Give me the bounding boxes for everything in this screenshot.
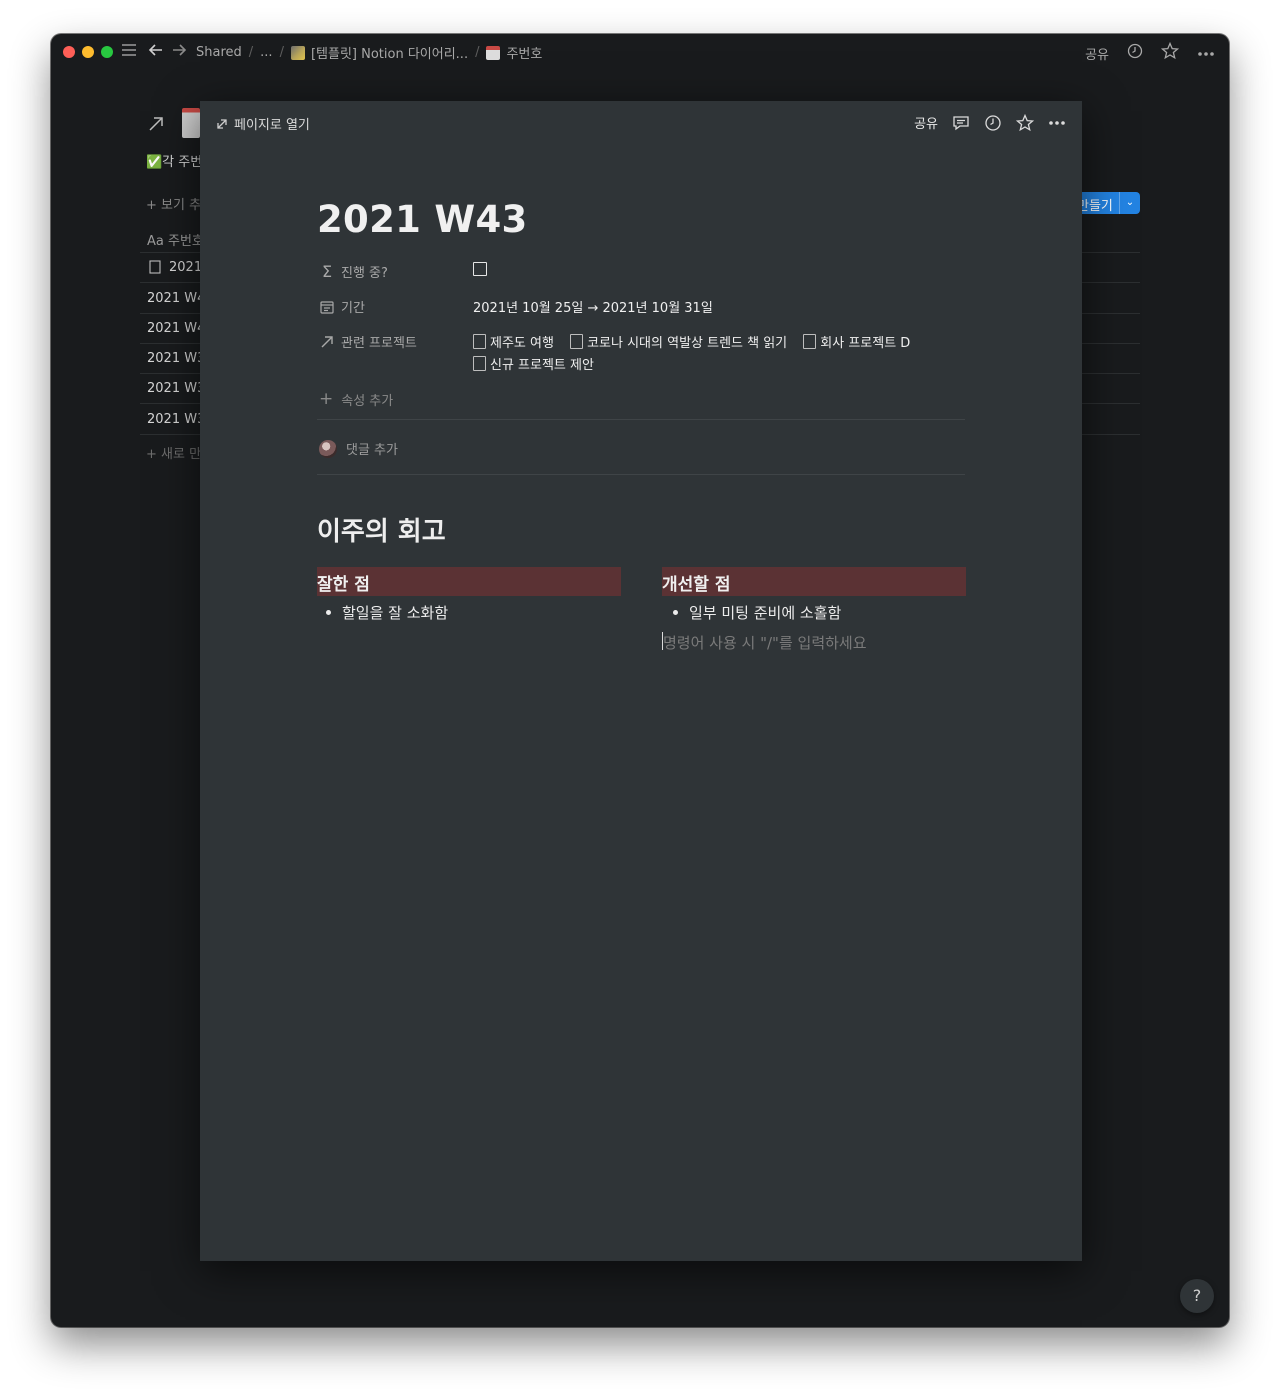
- related-projects-value: 제주도 여행 코로나 시대의 역발상 트렌드 책 읽기 회사 프로젝트 D: [473, 332, 922, 353]
- more-icon[interactable]: [1197, 46, 1215, 61]
- star-icon[interactable]: [1015, 113, 1035, 132]
- relation-arrow-icon: [321, 335, 333, 347]
- relation-item[interactable]: 회사 프로젝트 D: [803, 332, 910, 351]
- modal-share-button[interactable]: 공유: [914, 113, 938, 132]
- relation-item[interactable]: 신규 프로젝트 제안: [473, 354, 594, 373]
- page-icon: [570, 334, 584, 349]
- add-view-button[interactable]: + 보기 추: [146, 194, 201, 213]
- page-icon: [803, 334, 817, 349]
- related-projects-value-line2: 신규 프로젝트 제안: [473, 354, 606, 375]
- page-icon: [473, 356, 486, 371]
- minimize-window-button[interactable]: [82, 46, 94, 58]
- clock-icon[interactable]: [984, 114, 1002, 132]
- bullet-item[interactable]: 할일을 잘 소화함: [325, 602, 448, 623]
- db-column-header[interactable]: Aa 주번호: [147, 230, 204, 249]
- row-title: 2021 W4: [147, 321, 206, 336]
- period-value[interactable]: 2021년 10월 25일 → 2021년 10월 31일: [473, 297, 713, 316]
- avatar: [319, 439, 337, 458]
- clock-icon[interactable]: [1127, 43, 1143, 63]
- calendar-icon: [320, 300, 334, 314]
- new-row-button[interactable]: + 새로 만: [146, 443, 201, 462]
- property-period[interactable]: 기간: [319, 297, 365, 316]
- template-page-icon: [290, 45, 305, 60]
- property-related-projects[interactable]: 관련 프로젝트: [319, 332, 417, 351]
- breadcrumb-week-number[interactable]: 주번호: [506, 43, 542, 62]
- comment-icon[interactable]: [952, 114, 970, 132]
- divider: [317, 474, 965, 475]
- relation-item[interactable]: 코로나 시대의 역발상 트렌드 책 읽기: [570, 332, 787, 351]
- star-icon[interactable]: [1160, 41, 1180, 64]
- plus-icon: +: [319, 389, 334, 409]
- title-bar: Shared / ... / [템플릿] Notion 다이어리... / 주번…: [51, 34, 1229, 70]
- breadcrumb-template[interactable]: [템플릿] Notion 다이어리...: [311, 43, 468, 62]
- modal-actions: 공유: [914, 113, 1066, 132]
- calendar-page-icon-large: [182, 108, 200, 138]
- row-title: 2021 W4: [147, 291, 206, 306]
- row-title: 2021 W3: [147, 381, 206, 396]
- topbar-actions: 공유: [1085, 41, 1215, 64]
- row-title: 2021: [169, 260, 203, 275]
- section-heading[interactable]: 이주의 회고: [317, 511, 446, 548]
- add-property-button[interactable]: + 속성 추가: [319, 389, 393, 409]
- breadcrumb-ellipsis[interactable]: ...: [260, 45, 272, 60]
- property-in-progress[interactable]: Σ 진행 중?: [319, 262, 388, 281]
- row-title: 2021 W3: [147, 351, 206, 366]
- page-icon: [149, 260, 161, 274]
- back-arrow-icon[interactable]: [148, 42, 164, 63]
- bullet-item[interactable]: 일부 미팅 준비에 소홀함: [672, 602, 841, 623]
- breadcrumb: Shared / ... / [템플릿] Notion 다이어리... / 주번…: [196, 43, 543, 62]
- divider: [317, 419, 965, 420]
- help-button[interactable]: ?: [1180, 1279, 1214, 1313]
- empty-block-placeholder[interactable]: 명령어 사용 시 "/"를 입력하세요: [663, 632, 867, 653]
- more-icon[interactable]: [1048, 114, 1066, 132]
- sidebar-menu-icon[interactable]: [121, 42, 137, 63]
- zoom-window-button[interactable]: [101, 46, 113, 58]
- sigma-icon: Σ: [321, 262, 333, 281]
- share-button[interactable]: 공유: [1085, 44, 1109, 63]
- app-window: Shared / ... / [템플릿] Notion 다이어리... / 주번…: [51, 34, 1229, 1327]
- column-heading-improve[interactable]: 개선할 점: [662, 567, 966, 596]
- page-title[interactable]: 2021 W43: [317, 198, 528, 241]
- row-title: 2021 W3: [147, 412, 206, 427]
- calendar-page-icon: [486, 45, 501, 60]
- close-window-button[interactable]: [63, 46, 75, 58]
- breadcrumb-shared[interactable]: Shared: [196, 45, 242, 60]
- db-view-title: ✅각 주번: [146, 155, 203, 170]
- relation-item[interactable]: 제주도 여행: [473, 332, 554, 351]
- chevron-down-icon: ⌄: [1119, 192, 1140, 214]
- add-comment[interactable]: 댓글 추가: [319, 439, 398, 458]
- open-page-icon: [217, 118, 227, 129]
- page-icon: [473, 334, 486, 349]
- page-peek-modal: 페이지로 열기 공유 2021 W43 Σ 진행 중? 기간 2021년 10월…: [200, 101, 1082, 1261]
- open-as-page-button[interactable]: 페이지로 열기: [216, 114, 310, 133]
- column-heading-good[interactable]: 잘한 점: [317, 567, 621, 596]
- forward-arrow-icon[interactable]: [171, 42, 187, 63]
- in-progress-checkbox[interactable]: [473, 262, 487, 276]
- expand-arrow-icon[interactable]: [148, 116, 164, 136]
